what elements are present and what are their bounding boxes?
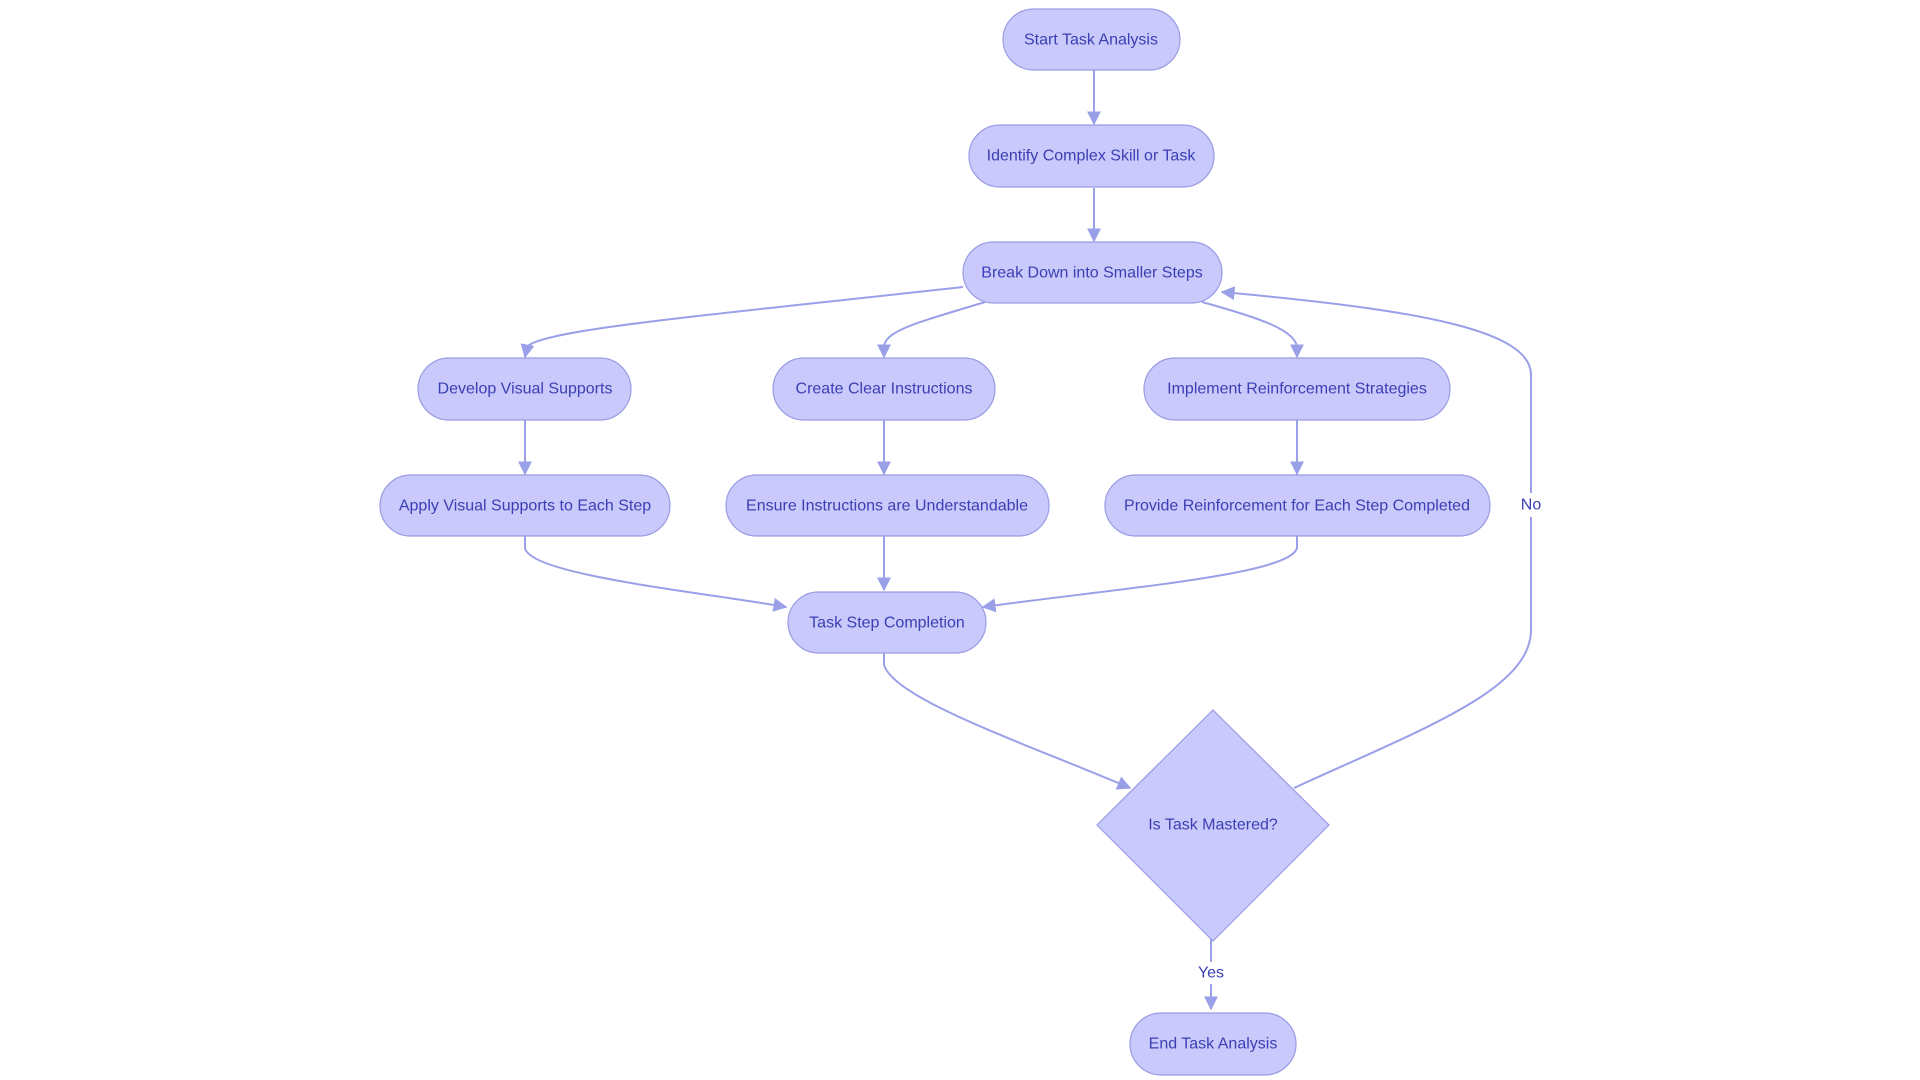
node-end[interactable]: End Task Analysis	[1129, 1012, 1297, 1076]
svg-text:Apply Visual Supports to Each: Apply Visual Supports to Each Step	[399, 498, 651, 515]
svg-text:Yes: Yes	[1198, 965, 1224, 982]
svg-text:Break Down into Smaller Steps: Break Down into Smaller Steps	[981, 265, 1202, 282]
svg-text:Identify Complex Skill or Task: Identify Complex Skill or Task	[987, 148, 1197, 165]
edge-label-yes: Yes	[1194, 962, 1228, 984]
edges	[518, 70, 1532, 1011]
flowchart: No Yes Start Task Analysis Identify Comp…	[379, 8, 1543, 1076]
svg-text:Is Task Mastered?: Is Task Mastered?	[1148, 817, 1278, 834]
edge-applyvisual-completion	[524, 535, 788, 612]
edge-breakdown-instructions	[877, 301, 986, 359]
svg-text:Develop Visual Supports: Develop Visual Supports	[438, 381, 613, 398]
node-reinforce[interactable]: Implement Reinforcement Strategies	[1143, 357, 1451, 421]
svg-text:Implement Reinforcement Strate: Implement Reinforcement Strategies	[1167, 381, 1427, 398]
edge-provide-completion	[981, 535, 1298, 613]
svg-text:End Task Analysis: End Task Analysis	[1149, 1036, 1278, 1053]
node-ensure[interactable]: Ensure Instructions are Understandable	[725, 474, 1050, 537]
svg-text:Start Task Analysis: Start Task Analysis	[1024, 32, 1158, 49]
node-breakdown[interactable]: Break Down into Smaller Steps	[962, 241, 1223, 304]
edge-breakdown-visual	[520, 286, 964, 359]
node-identify[interactable]: Identify Complex Skill or Task	[968, 124, 1215, 188]
node-applyvisual[interactable]: Apply Visual Supports to Each Step	[379, 474, 671, 537]
node-provide[interactable]: Provide Reinforcement for Each Step Comp…	[1104, 474, 1491, 537]
svg-text:No: No	[1521, 497, 1542, 514]
node-visual[interactable]: Develop Visual Supports	[417, 357, 632, 421]
svg-text:Create Clear Instructions: Create Clear Instructions	[796, 381, 973, 398]
nodes: Start Task Analysis Identify Complex Ski…	[379, 8, 1491, 1076]
svg-text:Task Step Completion: Task Step Completion	[809, 615, 965, 632]
node-instructions[interactable]: Create Clear Instructions	[772, 357, 996, 421]
svg-text:Ensure Instructions are Unders: Ensure Instructions are Understandable	[746, 498, 1028, 515]
edge-labels: No Yes	[1194, 493, 1543, 984]
node-start[interactable]: Start Task Analysis	[1002, 8, 1181, 71]
edge-breakdown-reinforce	[1201, 301, 1304, 359]
node-mastered[interactable]: Is Task Mastered?	[1096, 709, 1330, 942]
edge-completion-mastered	[883, 652, 1132, 790]
edge-label-no: No	[1519, 493, 1543, 517]
svg-text:Provide Reinforcement for Each: Provide Reinforcement for Each Step Comp…	[1124, 498, 1470, 515]
node-completion[interactable]: Task Step Completion	[787, 591, 987, 654]
